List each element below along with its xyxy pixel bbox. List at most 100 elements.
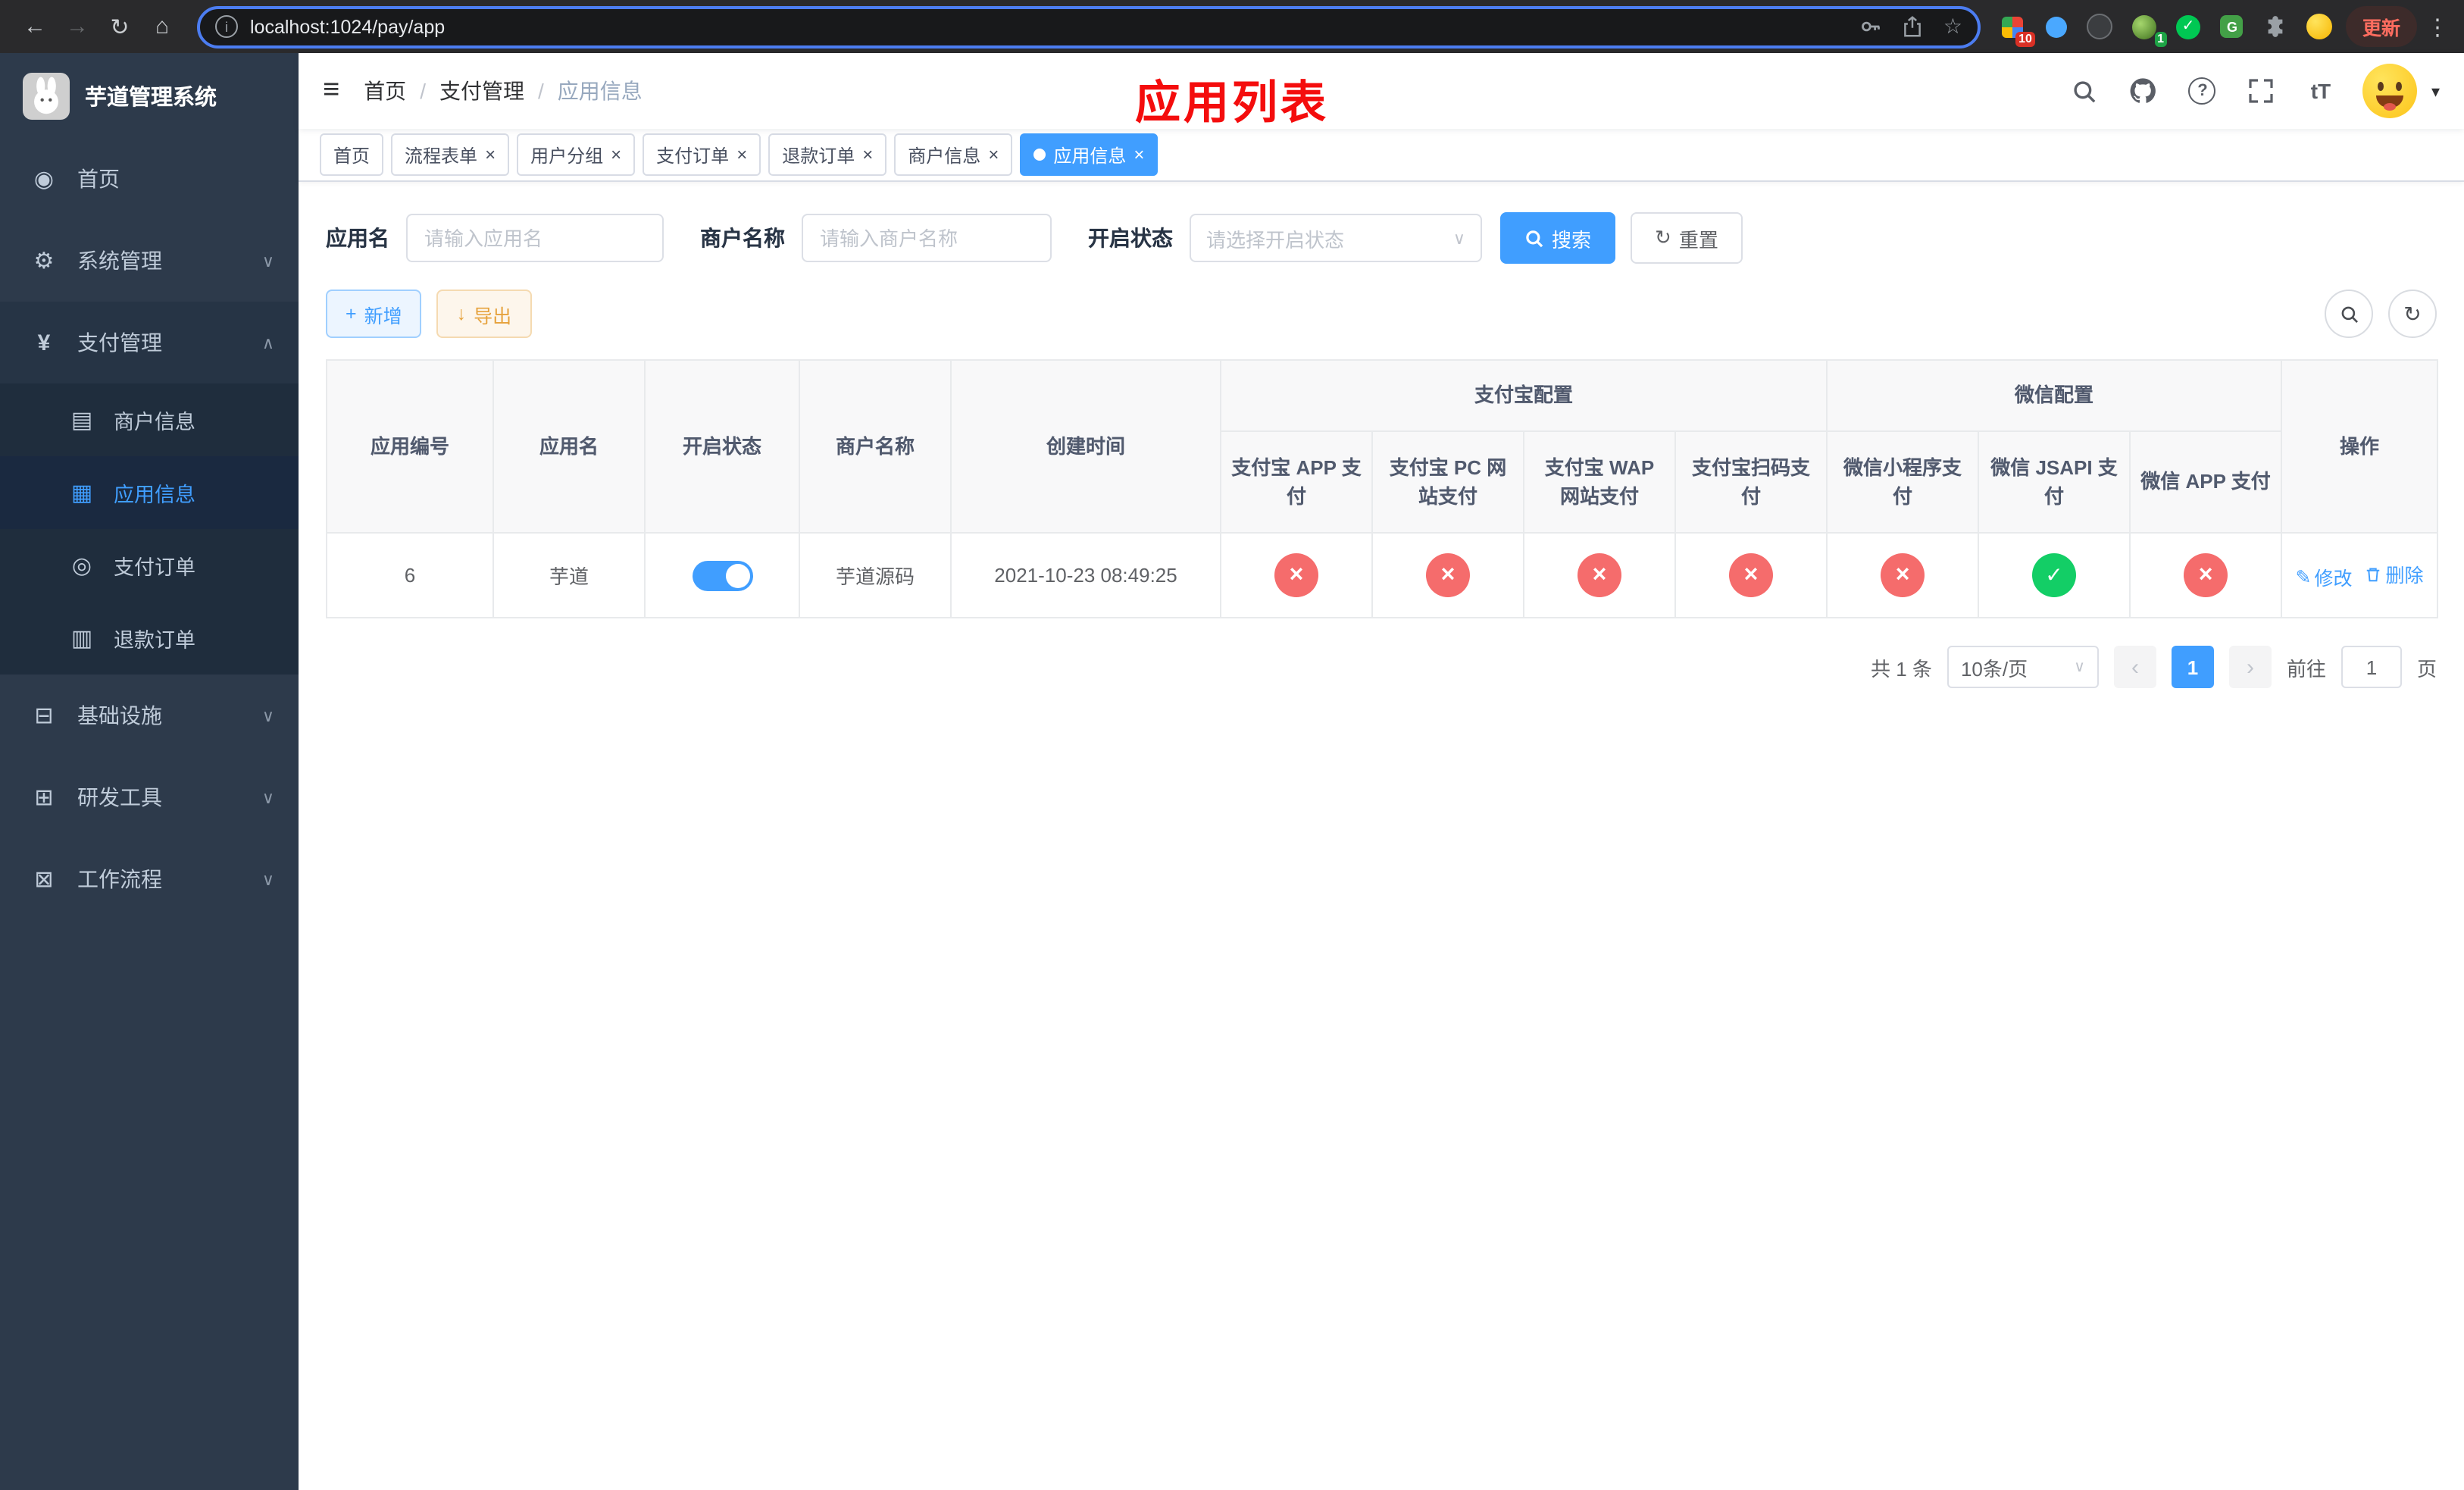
close-icon[interactable]: × [862, 146, 873, 164]
extension-check-icon[interactable]: ✓ [2175, 13, 2202, 40]
app-name-input[interactable] [406, 214, 664, 262]
bookmark-star-icon[interactable]: ☆ [1943, 14, 1962, 39]
export-button[interactable]: ↓ 导出 [436, 290, 532, 338]
close-icon[interactable]: × [611, 146, 621, 164]
sidebar-item-payment[interactable]: ¥ 支付管理 ∧ [0, 302, 299, 383]
cell-app-name: 芋道 [492, 532, 646, 618]
browser-back-button[interactable]: ← [15, 7, 55, 46]
browser-reload-button[interactable]: ↻ [100, 7, 139, 46]
site-info-icon[interactable]: i [215, 15, 238, 38]
current-page-button[interactable]: 1 [2171, 646, 2214, 688]
page-size-select[interactable]: 10条/页 ∨ [1946, 646, 2099, 688]
extension-drop-icon[interactable] [2043, 13, 2070, 40]
prev-page-button[interactable]: ‹ [2113, 646, 2156, 688]
col-header: 支付宝 PC 网站支付 [1371, 430, 1524, 534]
extension-grid-icon[interactable]: 10 [1999, 13, 2035, 46]
tab-process-form[interactable]: 流程表单 × [391, 133, 510, 176]
close-icon[interactable]: × [736, 146, 747, 164]
address-bar[interactable]: i localhost:1024/pay/app ☆ [197, 5, 1981, 48]
sidebar-item-app-info[interactable]: ▦ 应用信息 [0, 456, 299, 529]
app-table-wrap: 应用编号 应用名 开启状态 商户名称 创建时间 支付宝配置 微信配置 操作 支付… [326, 359, 2439, 618]
hamburger-icon[interactable]: ≡ [323, 74, 339, 108]
share-icon[interactable] [1903, 15, 1924, 38]
delete-link[interactable]: 删除 [2365, 560, 2424, 589]
sidebar-item-dev-tools[interactable]: ⊞ 研发工具 ∨ [0, 756, 299, 838]
browser-menu-icon[interactable]: ⋮ [2426, 13, 2449, 40]
goto-page-input[interactable] [2340, 646, 2402, 688]
caret-down-icon[interactable]: ▾ [2431, 81, 2440, 101]
edit-link[interactable]: ✎ 修改 [2296, 562, 2353, 591]
search-icon[interactable] [2068, 73, 2101, 109]
status-label: 开启状态 [1088, 226, 1173, 250]
search-button[interactable]: 搜索 [1500, 212, 1616, 264]
status-toggle[interactable] [692, 560, 752, 590]
url-text[interactable]: localhost:1024/pay/app [250, 16, 1845, 37]
extension-green-icon[interactable]: G [2219, 13, 2246, 40]
goto-label: 前往 [2286, 657, 2326, 680]
sidebar-item-refund-order[interactable]: ▥ 退款订单 [0, 602, 299, 675]
browser-toolbar: ← → ↻ ⌂ i localhost:1024/pay/app ☆ 10 1 … [0, 0, 2464, 53]
tab-home[interactable]: 首页 [320, 133, 384, 176]
active-dot [1033, 149, 1046, 161]
sidebar-item-home[interactable]: ◉ 首页 [0, 138, 299, 220]
tab-merchant-info[interactable]: 商户信息 × [894, 133, 1013, 176]
breadcrumb-separator: / [420, 79, 426, 103]
merchant-name-label: 商户名称 [700, 226, 785, 250]
user-avatar[interactable] [2362, 64, 2418, 118]
top-navbar: ≡ 首页 / 支付管理 / 应用信息 ? tT ▾ [299, 53, 2464, 129]
extensions-area: 10 1 ✓ G [1999, 13, 2334, 46]
breadcrumb-current: 应用信息 [557, 79, 643, 103]
browser-forward-button[interactable]: → [58, 7, 97, 46]
extensions-puzzle-icon[interactable] [2262, 13, 2290, 40]
fullscreen-icon[interactable] [2245, 73, 2278, 109]
tab-pay-order[interactable]: 支付订单 × [643, 133, 761, 176]
alipay-qr-status-icon [1729, 553, 1773, 597]
cell-created-time: 2021-10-23 08:49:25 [950, 532, 1221, 618]
reset-button[interactable]: ↻ 重置 [1631, 212, 1743, 264]
col-header: 应用名 [492, 359, 646, 534]
show-search-button[interactable] [2325, 290, 2373, 338]
page-content: 应用名 商户名称 开启状态 请选择开启状态 ∨ 搜索 [299, 182, 2464, 1490]
refresh-table-button[interactable]: ↻ [2388, 290, 2437, 338]
sidebar-item-label: 研发工具 [77, 785, 162, 809]
merchant-name-input[interactable] [802, 214, 1052, 262]
sidebar-item-merchant-info[interactable]: ▤ 商户信息 [0, 383, 299, 456]
alipay-wap-status-icon [1578, 553, 1621, 597]
tab-app-info[interactable]: 应用信息 × [1020, 133, 1159, 176]
chevron-down-icon: ∨ [261, 707, 274, 725]
browser-update-button[interactable]: 更新 [2345, 6, 2417, 47]
next-page-button[interactable]: › [2228, 646, 2272, 688]
app-window: 应用列表 芋道管理系统 ◉ 首页 ⚙ 系统管理 ∨ ¥ 支付管理 ∧ ▤ 商户信… [0, 53, 2464, 1490]
download-icon: ↓ [456, 303, 467, 324]
help-icon[interactable]: ? [2186, 73, 2219, 109]
sidebar-item-infra[interactable]: ⊟ 基础设施 ∨ [0, 675, 299, 756]
extension-dark-icon[interactable] [2087, 13, 2114, 40]
col-header: 支付宝扫码支付 [1674, 430, 1828, 534]
add-button[interactable]: + 新增 [326, 290, 422, 338]
sidebar-item-pay-order[interactable]: ◎ 支付订单 [0, 529, 299, 602]
close-icon[interactable]: × [988, 146, 999, 164]
logo-rabbit-icon [23, 72, 70, 119]
github-icon[interactable] [2127, 73, 2160, 109]
close-icon[interactable]: × [1134, 146, 1144, 164]
col-header: 开启状态 [644, 359, 800, 534]
tab-refund-order[interactable]: 退款订单 × [768, 133, 887, 176]
sidebar-item-system[interactable]: ⚙ 系统管理 ∨ [0, 220, 299, 302]
breadcrumb-home[interactable]: 首页 [364, 76, 406, 106]
col-header: 微信 JSAPI 支付 [1978, 430, 2131, 534]
browser-home-button[interactable]: ⌂ [142, 7, 182, 46]
tab-user-group[interactable]: 用户分组 × [517, 133, 636, 176]
status-select[interactable]: 请选择开启状态 ∨ [1190, 214, 1482, 262]
profile-avatar-icon[interactable] [2306, 13, 2334, 40]
refresh-icon: ↻ [2403, 301, 2422, 325]
breadcrumb-payment[interactable]: 支付管理 [439, 76, 524, 106]
extension-avatar-icon[interactable]: 1 [2131, 13, 2167, 46]
password-key-icon[interactable] [1860, 15, 1883, 38]
main-area: ≡ 首页 / 支付管理 / 应用信息 ? tT ▾ 首页 流程表单 × 用户分组… [299, 53, 2464, 1490]
close-icon[interactable]: × [485, 146, 496, 164]
chevron-down-icon: ∨ [261, 789, 274, 807]
font-size-icon[interactable]: tT [2304, 73, 2337, 109]
table-row: 6 芋道 芋道源码 2021-10-23 08:49:25 × × × × × … [326, 532, 2439, 618]
table-toolbar: + 新增 ↓ 导出 ↻ [326, 290, 2437, 338]
sidebar-item-workflow[interactable]: ⊠ 工作流程 ∨ [0, 838, 299, 920]
